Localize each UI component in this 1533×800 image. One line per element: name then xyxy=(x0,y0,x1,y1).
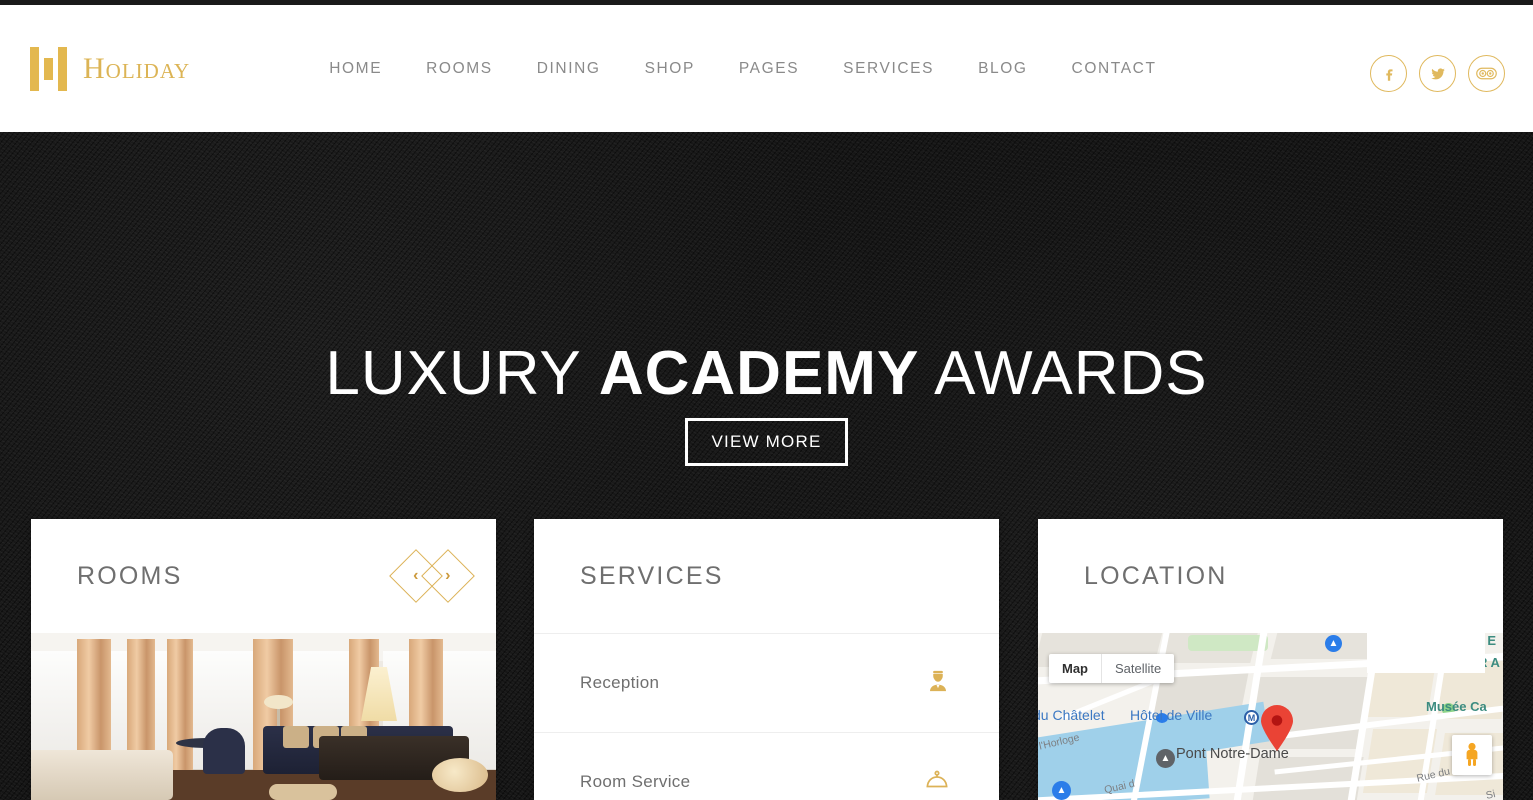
location-card-title: LOCATION xyxy=(1084,561,1228,590)
location-card-header: LOCATION xyxy=(1038,519,1503,633)
metro-station-icon[interactable]: M xyxy=(1244,710,1259,725)
room-photo[interactable] xyxy=(31,633,496,800)
map-label-hotel-de-ville: Hôtel de Ville xyxy=(1130,707,1213,723)
brand-logo[interactable]: Holiday xyxy=(30,46,191,91)
service-row-reception[interactable]: Reception xyxy=(534,634,999,733)
hero-title: LUXURY ACADEMY AWARDS xyxy=(0,343,1533,405)
map-toggle-map[interactable]: Map xyxy=(1049,654,1102,683)
rooms-card-header: ROOMS ‹ › xyxy=(31,519,496,633)
social-links xyxy=(1370,55,1505,92)
nav-item-dining[interactable]: DINING xyxy=(515,60,623,78)
rooms-carousel-controls: ‹ › xyxy=(389,549,475,603)
room-service-bell-icon xyxy=(923,768,951,797)
chevron-right-icon[interactable]: › xyxy=(421,549,475,603)
services-card: SERVICES Reception Room Service xyxy=(534,519,999,800)
concierge-person-icon xyxy=(925,668,951,699)
hero-title-part2: AWARDS xyxy=(919,339,1208,408)
site-header: Holiday HOME ROOMS DINING SHOP PAGES SER… xyxy=(0,5,1533,132)
poi-icon-landmark[interactable]: ▲ xyxy=(1325,635,1342,652)
service-label: Reception xyxy=(580,673,660,692)
facebook-icon[interactable] xyxy=(1370,55,1407,92)
location-card: LOCATION Map Satellite ▲ ▲ ▲ M du Châtel… xyxy=(1038,519,1503,800)
view-more-button[interactable]: VIEW MORE xyxy=(684,418,849,466)
nav-item-shop[interactable]: SHOP xyxy=(623,60,717,78)
service-row-room-service[interactable]: Room Service xyxy=(534,733,999,800)
tripadvisor-icon[interactable] xyxy=(1468,55,1505,92)
map-toggle-satellite[interactable]: Satellite xyxy=(1102,654,1174,683)
services-list: Reception Room Service xyxy=(534,633,999,800)
services-card-title: SERVICES xyxy=(580,561,724,590)
nav-item-home[interactable]: HOME xyxy=(307,60,404,78)
nav-item-contact[interactable]: CONTACT xyxy=(1050,60,1179,78)
twitter-icon[interactable] xyxy=(1419,55,1456,92)
poi-icon-museum[interactable]: ▲ xyxy=(1052,781,1071,800)
cards-row: ROOMS ‹ › SERVICES Reception Room Servic… xyxy=(0,519,1533,800)
map-pin-marker[interactable] xyxy=(1260,705,1294,751)
nav-item-services[interactable]: SERVICES xyxy=(821,60,956,78)
prev-arrow-glyph: ‹ xyxy=(413,566,419,584)
page-root: Holiday HOME ROOMS DINING SHOP PAGES SER… xyxy=(0,0,1533,800)
rooms-card: ROOMS ‹ › xyxy=(31,519,496,800)
nav-item-rooms[interactable]: ROOMS xyxy=(404,60,515,78)
nav-item-pages[interactable]: PAGES xyxy=(717,60,821,78)
main-navigation: HOME ROOMS DINING SHOP PAGES SERVICES BL… xyxy=(307,60,1178,78)
location-map[interactable]: Map Satellite ▲ ▲ ▲ M du Châtelet Hôtel … xyxy=(1038,633,1503,800)
street-view-pegman-icon[interactable] xyxy=(1452,735,1492,775)
services-card-header: SERVICES xyxy=(534,519,999,633)
map-label-chatelet: du Châtelet xyxy=(1038,707,1105,723)
next-arrow-glyph: › xyxy=(445,566,451,584)
map-type-toggle: Map Satellite xyxy=(1049,654,1175,683)
hero-title-bold: ACADEMY xyxy=(598,339,920,408)
poi-icon-bridge[interactable]: ▲ xyxy=(1156,749,1175,768)
service-label: Room Service xyxy=(580,772,691,791)
h-bars-logo-icon xyxy=(30,46,67,91)
nav-item-blog[interactable]: BLOG xyxy=(956,60,1049,78)
hero-title-part1: LUXURY xyxy=(325,339,599,408)
map-label-musee: Musée Ca xyxy=(1426,699,1487,714)
map-info-box xyxy=(1367,633,1485,673)
brand-name: Holiday xyxy=(83,51,191,85)
rooms-card-title: ROOMS xyxy=(77,561,183,590)
